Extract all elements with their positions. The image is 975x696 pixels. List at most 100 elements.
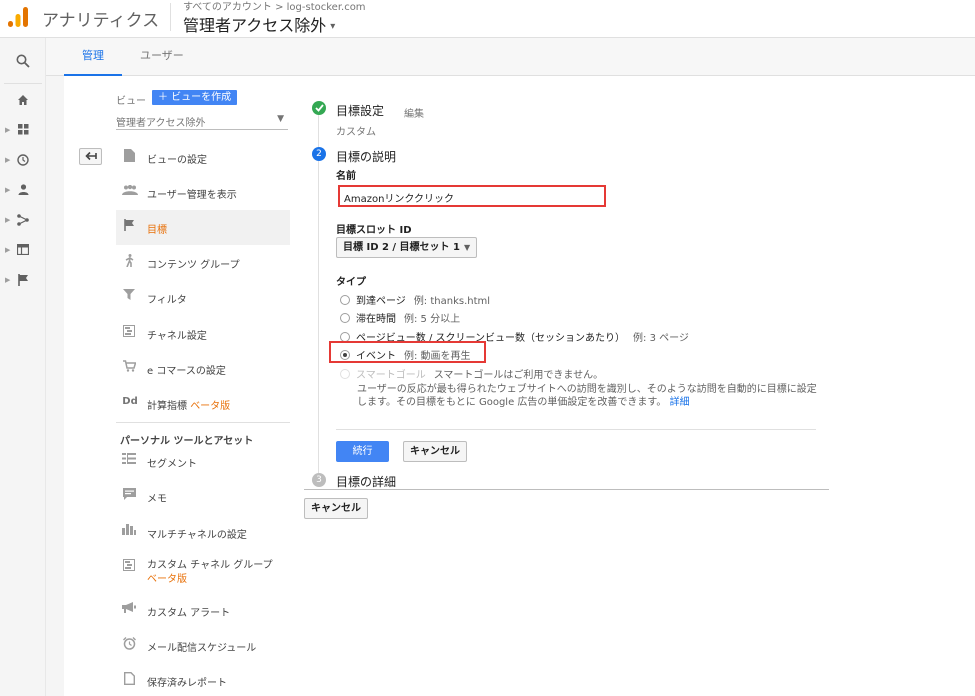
cancel-button[interactable]: キャンセル (403, 441, 467, 462)
person-icon[interactable]: ▶ (0, 179, 46, 201)
walking-person-icon (122, 254, 136, 268)
acquisition-icon[interactable]: ▶ (0, 209, 46, 231)
alarm-clock-icon (122, 637, 136, 651)
channel-icon (122, 559, 136, 573)
channel-icon (122, 325, 136, 339)
cart-icon (122, 360, 137, 374)
form-divider (336, 429, 816, 430)
back-arrow-icon (84, 151, 97, 161)
app-title: アナリティクス (42, 11, 160, 31)
clock-icon[interactable]: ▶ (0, 149, 46, 171)
nav-item-label: カスタム チャネル グループ (147, 560, 273, 571)
gutter (46, 76, 64, 696)
tab-user[interactable]: ユーザー (122, 38, 202, 76)
step1-title: 目標設定 (336, 104, 385, 118)
goal-type-smart-goal: スマートゴール スマートゴールはご利用できません。 (340, 366, 604, 381)
view-select[interactable]: 管理者アクセス除外 ▼ (116, 114, 288, 130)
smart-goal-text: ユーザーの反応が最も得られたウェブサイトへの訪問を識別し、そのような訪問を自動的… (357, 384, 817, 408)
nav-item-custom-channel-grouping[interactable]: カスタム チャネル グループ ベータ版 (116, 550, 290, 590)
continue-button[interactable]: 続行 (336, 441, 389, 462)
chevron-down-icon: ▼ (277, 114, 284, 124)
document-icon (122, 149, 136, 163)
tab-admin[interactable]: 管理 (64, 38, 122, 76)
radio-example: 例: 3 ページ (633, 333, 689, 344)
radio-button-selected[interactable] (340, 349, 350, 360)
learn-more-link[interactable]: 詳細 (670, 397, 690, 408)
nav-item-label: メモ (147, 494, 167, 505)
search-icon[interactable] (0, 50, 46, 72)
radio-label: 滞在時間 (356, 314, 396, 325)
segment-icon (122, 453, 136, 467)
goal-slot-label: 目標スロット ID (336, 225, 412, 236)
goal-name-label: 名前 (336, 171, 356, 182)
nav-item-segments[interactable]: セグメント (116, 444, 290, 479)
nav-item-user-management[interactable]: ユーザー管理を表示 (116, 175, 290, 210)
analytics-logo-icon[interactable] (7, 6, 29, 28)
goal-type-duration[interactable]: 滞在時間 例: 5 分以上 (340, 310, 461, 325)
beta-badge: ベータ版 (147, 574, 187, 585)
nav-item-label: メール配信スケジュール (147, 643, 257, 654)
home-icon[interactable] (0, 89, 46, 111)
nav-item-goals[interactable]: 目標 (116, 210, 290, 245)
calculated-metric-icon: Dd (122, 396, 138, 407)
left-rail: ▶ ▶ ▶ ▶ ▶ ▶ (0, 38, 46, 696)
radio-example: 例: 5 分以上 (404, 314, 461, 325)
goal-type-event[interactable]: イベント 例: 動画を再生 (340, 347, 471, 362)
step2-number: 2 (312, 147, 326, 161)
radio-example: スマートゴールはご利用できません。 (433, 370, 604, 381)
radio-button[interactable] (340, 331, 350, 342)
steps-divider (304, 489, 829, 490)
nav-item-label: フィルタ (147, 295, 187, 306)
filter-icon (122, 289, 136, 303)
step1-edit-link[interactable]: 編集 (404, 105, 424, 120)
smart-goal-description: ユーザーの反応が最も得られたウェブサイトへの訪問を識別し、そのような訪問を自動的… (357, 383, 817, 409)
goal-type-destination[interactable]: 到達ページ 例: thanks.html (340, 292, 490, 307)
cancel-goal-button[interactable]: キャンセル (304, 498, 368, 519)
step3-number: 3 (312, 473, 326, 487)
nav-item-custom-alerts[interactable]: カスタム アラート (116, 593, 290, 628)
step2-title: 目標の説明 (336, 150, 397, 164)
beta-badge: ベータ版 (190, 401, 231, 412)
nav-item-label: ユーザー管理を表示 (147, 190, 237, 201)
nav-item-saved-reports[interactable]: 保存済みレポート (116, 663, 290, 696)
flag-icon (122, 219, 136, 233)
nav-item-filters[interactable]: フィルタ (116, 280, 290, 315)
comment-icon (122, 488, 136, 502)
nav-item-view-settings[interactable]: ビューの設定 (116, 140, 290, 175)
radio-button[interactable] (340, 294, 350, 305)
radio-button[interactable] (340, 312, 350, 323)
behavior-icon[interactable]: ▶ (0, 239, 46, 261)
nav-item-label-group: 計算指標 ベータ版 (147, 397, 230, 412)
step-connector (318, 115, 319, 147)
document-icon (122, 672, 136, 686)
goal-slot-select[interactable]: 目標 ID 2 / 目標セット 1 ▼ (336, 237, 478, 258)
nav-item-label: 保存済みレポート (147, 678, 227, 689)
nav-item-label: 計算指標 (147, 401, 187, 412)
chevron-down-icon: ▼ (464, 243, 471, 252)
nav-item-label: カスタム アラート (147, 608, 231, 619)
step1-summary: カスタム (336, 127, 376, 138)
admin-tab-bar: 管理 ユーザー (46, 38, 975, 76)
chevron-down-icon: ▾ (330, 21, 336, 32)
nav-divider (116, 422, 290, 423)
nav-item-annotations[interactable]: メモ (116, 479, 290, 514)
nav-item-label: 目標 (147, 225, 167, 236)
view-picker[interactable]: 管理者アクセス除外 ▾ (183, 12, 335, 36)
nav-item-channel-settings[interactable]: チャネル設定 (116, 316, 290, 351)
nav-item-content-grouping[interactable]: コンテンツ グループ (116, 245, 290, 280)
check-icon (312, 101, 326, 115)
nav-item-scheduled-emails[interactable]: メール配信スケジュール (116, 628, 290, 663)
goal-slot-value: 目標 ID 2 / 目標セット 1 (343, 242, 460, 253)
customization-icon[interactable]: ▶ (0, 119, 46, 141)
back-button[interactable] (79, 148, 102, 165)
nav-item-multichannel-settings[interactable]: マルチチャネルの設定 (116, 515, 290, 550)
top-bar: アナリティクス すべてのアカウント > log-stocker.com 管理者ア… (0, 0, 975, 38)
radio-label: イベント (356, 351, 396, 362)
nav-item-label: e コマースの設定 (147, 366, 226, 377)
nav-item-label: マルチチャネルの設定 (147, 530, 247, 541)
nav-item-calculated-metrics[interactable]: Dd 計算指標 ベータ版 (116, 386, 290, 421)
create-view-button[interactable]: ＋ ビューを作成 (152, 90, 238, 105)
goal-name-input[interactable]: Amazonリンククリック (338, 185, 606, 207)
nav-item-ecommerce-settings[interactable]: e コマースの設定 (116, 351, 290, 386)
flag-icon[interactable]: ▶ (0, 269, 46, 291)
